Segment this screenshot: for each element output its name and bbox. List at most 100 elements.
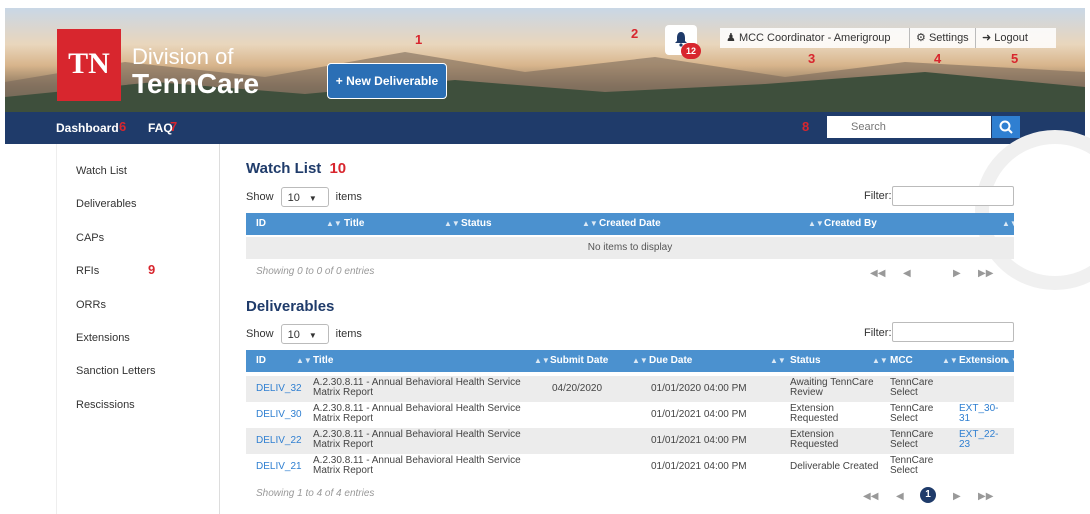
logout-icon: ➜	[982, 32, 992, 44]
user-icon: ♟	[726, 32, 736, 44]
mcc: Select	[890, 465, 918, 476]
sidebar-item-extensions[interactable]: Extensions	[76, 332, 130, 344]
sort-icon[interactable]: ▲▼	[296, 350, 312, 372]
deliverables-showing-info: Showing 1 to 4 of 4 entries	[256, 488, 375, 499]
col-id[interactable]: ID	[256, 213, 266, 235]
deliverable-id-link[interactable]: DELIV_32	[256, 384, 302, 394]
sidebar-item-caps[interactable]: CAPs	[76, 232, 104, 244]
sort-icon[interactable]: ▲▼	[1002, 213, 1018, 235]
col-status[interactable]: Status	[790, 350, 821, 372]
deliverable-id-link[interactable]: DELIV_22	[256, 436, 302, 446]
table-row[interactable]: DELIV_30 A.2.30.8.11 - Annual Behavioral…	[246, 402, 1014, 428]
sidebar-item-rescissions[interactable]: Rescissions	[76, 399, 135, 411]
col-submit-date[interactable]: Submit Date	[550, 350, 608, 372]
status: Deliverable Created	[790, 461, 879, 472]
due-date: 01/01/2021 04:00 PM	[651, 461, 747, 472]
search-button[interactable]	[992, 116, 1020, 138]
last-page-button[interactable]: ▶▶	[978, 491, 993, 502]
mcc: Select	[890, 439, 918, 450]
sort-icon[interactable]: ▲▼	[582, 213, 598, 235]
main-nav: Dashboard 6 FAQ 7 8	[5, 112, 1085, 144]
watch-table-header: ID ▲▼ Title ▲▼ Status ▲▼ Created Date ▲▼…	[246, 213, 1018, 235]
prev-page-button[interactable]: ◀	[896, 491, 904, 502]
col-due-date[interactable]: Due Date	[649, 350, 692, 372]
annotation-3: 3	[808, 51, 816, 66]
table-row[interactable]: DELIV_32 A.2.30.8.11 - Annual Behavioral…	[246, 376, 1014, 402]
col-created-by[interactable]: Created By	[824, 213, 877, 235]
extension-link[interactable]: 31	[959, 414, 970, 424]
col-status[interactable]: Status	[461, 213, 492, 235]
mcc: Select	[890, 387, 918, 398]
deliverables-filter-input[interactable]	[892, 322, 1014, 342]
sidebar-item-orrs[interactable]: ORRs	[76, 299, 106, 311]
table-row[interactable]: DELIV_21 A.2.30.8.11 - Annual Behavioral…	[246, 454, 1014, 480]
sort-icon[interactable]: ▲▼	[1003, 350, 1019, 372]
new-deliverable-button[interactable]: + New Deliverable	[327, 63, 447, 99]
sort-icon[interactable]: ▲▼	[872, 350, 888, 372]
sidebar-item-sanction-letters[interactable]: Sanction Letters	[76, 365, 156, 377]
annotation-6: 6	[119, 119, 127, 134]
annotation-4: 4	[934, 51, 942, 66]
first-page-button[interactable]: ◀◀	[863, 491, 878, 502]
annotation-10: 10	[329, 160, 347, 177]
sort-icon[interactable]: ▲▼	[942, 350, 958, 372]
logout-button[interactable]: ➜ Logout	[976, 28, 1056, 48]
sort-icon[interactable]: ▲▼	[808, 213, 824, 235]
nav-faq[interactable]: FAQ	[148, 112, 173, 144]
user-menu-button[interactable]: ♟ MCC Coordinator - Amerigroup	[720, 28, 910, 48]
annotation-7: 7	[170, 119, 178, 134]
watch-filter-input[interactable]	[892, 186, 1014, 206]
status: Review	[790, 387, 823, 398]
search-icon	[999, 120, 1013, 134]
next-page-button[interactable]: ▶	[953, 268, 961, 279]
seal-watermark	[975, 130, 1090, 290]
sort-icon[interactable]: ▲▼	[632, 350, 648, 372]
annotation-2: 2	[631, 26, 639, 41]
nav-dashboard[interactable]: Dashboard	[56, 112, 119, 144]
settings-button[interactable]: ⚙ Settings	[910, 28, 976, 48]
tn-logo[interactable]: TN	[57, 29, 121, 101]
page-number-button[interactable]: 1	[920, 487, 936, 503]
watch-showing-info: Showing 0 to 0 of 0 entries	[256, 266, 375, 277]
col-title[interactable]: Title	[344, 213, 364, 235]
logout-label: Logout	[994, 32, 1028, 44]
user-label: MCC Coordinator - Amerigroup	[738, 32, 891, 44]
deliverable-id-link[interactable]: DELIV_21	[256, 462, 302, 472]
sidebar-item-deliverables[interactable]: Deliverables	[76, 198, 137, 210]
first-page-button[interactable]: ◀◀	[870, 268, 885, 279]
deliverables-length: Show 10 ▼ items	[246, 324, 362, 344]
table-row[interactable]: DELIV_22 A.2.30.8.11 - Annual Behavioral…	[246, 428, 1014, 454]
col-extension[interactable]: Extension	[959, 350, 1007, 372]
deliverable-title: Matrix Report	[313, 439, 374, 450]
prev-page-button[interactable]: ◀	[903, 268, 911, 279]
col-mcc[interactable]: MCC	[890, 350, 913, 372]
extension-link[interactable]: 23	[959, 440, 970, 450]
watch-list-length: Show 10 ▼ items	[246, 187, 362, 207]
deliverable-id-link[interactable]: DELIV_30	[256, 410, 302, 420]
status: Requested	[790, 413, 839, 424]
deliverables-page-size-select[interactable]: 10 ▼	[280, 324, 329, 344]
sidebar-item-watch-list[interactable]: Watch List	[76, 165, 127, 177]
watch-empty-message: No items to display	[246, 237, 1014, 259]
watch-page-size-select[interactable]: 10 ▼	[280, 187, 329, 207]
search-input[interactable]	[827, 116, 991, 138]
col-id[interactable]: ID	[256, 350, 266, 372]
sort-icon[interactable]: ▲▼	[444, 213, 460, 235]
sidebar-item-rfis[interactable]: RFIs	[76, 265, 99, 277]
last-page-button[interactable]: ▶▶	[978, 268, 993, 279]
sort-icon[interactable]: ▲▼	[534, 350, 550, 372]
notification-count-badge: 12	[681, 43, 701, 59]
col-created-date[interactable]: Created Date	[599, 213, 661, 235]
deliverables-filter-label: Filter:	[864, 327, 892, 339]
logo-division-text: Division of	[132, 44, 234, 69]
annotation-8: 8	[802, 119, 810, 134]
status: Requested	[790, 439, 839, 450]
chevron-down-icon: ▼	[308, 331, 317, 340]
due-date: 01/01/2020 04:00 PM	[651, 383, 747, 394]
next-page-button[interactable]: ▶	[953, 491, 961, 502]
annotation-5: 5	[1011, 51, 1019, 66]
watch-filter-label: Filter:	[864, 190, 892, 202]
col-title[interactable]: Title	[313, 350, 333, 372]
sort-icon[interactable]: ▲▼	[770, 350, 786, 372]
sort-icon[interactable]: ▲▼	[326, 213, 342, 235]
